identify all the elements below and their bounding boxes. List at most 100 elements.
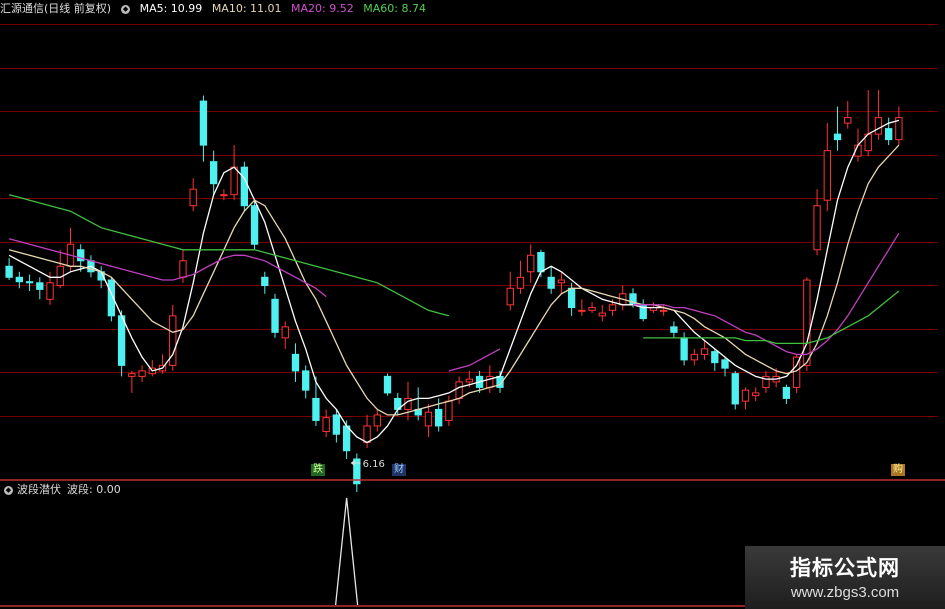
candle bbox=[199, 95, 208, 162]
candle-body bbox=[138, 370, 146, 377]
candle bbox=[312, 376, 320, 426]
candle bbox=[690, 348, 699, 366]
candle bbox=[373, 409, 381, 432]
candle bbox=[619, 285, 627, 311]
indicator-name[interactable]: 波段潜伏 bbox=[17, 483, 61, 496]
candle-body bbox=[209, 161, 218, 185]
candle-body bbox=[15, 276, 24, 283]
candle bbox=[158, 354, 167, 374]
candle bbox=[302, 365, 310, 399]
candle-body bbox=[199, 100, 208, 146]
candle bbox=[209, 150, 218, 195]
watermark-title: 指标公式网 bbox=[790, 556, 900, 580]
marker-gou[interactable]: 购 bbox=[891, 464, 905, 476]
candle bbox=[230, 145, 238, 201]
candle bbox=[138, 365, 146, 382]
candle bbox=[261, 271, 269, 294]
candle bbox=[56, 249, 64, 289]
candle-body bbox=[230, 166, 238, 196]
indicator-spike bbox=[334, 497, 359, 606]
candle-body bbox=[752, 392, 760, 397]
candle bbox=[741, 387, 750, 410]
candle bbox=[516, 260, 525, 294]
marker-die[interactable]: 跌 bbox=[311, 464, 325, 476]
candle-body bbox=[261, 276, 269, 287]
candle bbox=[711, 348, 719, 371]
ma-lines bbox=[8, 119, 900, 444]
candle bbox=[803, 277, 811, 371]
candle bbox=[547, 266, 555, 294]
candle bbox=[240, 161, 249, 212]
candle-body bbox=[844, 117, 852, 124]
candle bbox=[527, 244, 535, 283]
candle-body bbox=[36, 282, 44, 290]
candle-body bbox=[731, 373, 739, 405]
candle bbox=[506, 271, 514, 311]
candle bbox=[874, 90, 883, 140]
candle bbox=[271, 293, 279, 338]
candle bbox=[128, 370, 136, 393]
candle bbox=[5, 258, 13, 281]
candle-body bbox=[312, 397, 320, 421]
low-arrow-head bbox=[350, 459, 355, 466]
candle bbox=[291, 343, 300, 382]
candle-body bbox=[659, 309, 668, 312]
candle-body bbox=[445, 400, 453, 421]
candle bbox=[895, 106, 903, 146]
marker-cai[interactable]: 财 bbox=[392, 464, 406, 476]
candle-body bbox=[302, 370, 310, 391]
indicator-value: 波段: 0.00 bbox=[67, 483, 121, 496]
candle bbox=[250, 200, 259, 250]
candle-body bbox=[424, 411, 433, 427]
candle-body bbox=[271, 298, 279, 333]
candle-body bbox=[547, 276, 555, 289]
candle-body bbox=[25, 281, 34, 284]
candle bbox=[844, 101, 852, 129]
candle bbox=[833, 106, 842, 151]
watermark: 指标公式网 www.zbgs3.com bbox=[745, 546, 945, 609]
candle bbox=[281, 321, 289, 349]
candle-body bbox=[741, 389, 750, 402]
candle-body bbox=[189, 188, 197, 207]
candle bbox=[884, 117, 893, 146]
candle bbox=[557, 271, 566, 294]
candle-body bbox=[506, 287, 514, 306]
indicator-header: ◆ 波段潜伏 波段: 0.00 bbox=[0, 482, 945, 498]
candle bbox=[670, 321, 678, 338]
kline-chart[interactable]: 6.16 bbox=[0, 0, 945, 609]
candle bbox=[639, 299, 647, 322]
candle-body bbox=[823, 150, 831, 201]
ma-line-ma60 bbox=[8, 194, 900, 345]
candle bbox=[752, 387, 760, 402]
candle bbox=[169, 304, 177, 371]
candle bbox=[189, 178, 197, 212]
ma-line-ma20 bbox=[8, 232, 900, 372]
candle bbox=[762, 370, 770, 393]
candle bbox=[813, 189, 821, 256]
candle bbox=[332, 409, 341, 443]
candle-body bbox=[680, 337, 688, 361]
candle-body bbox=[557, 279, 566, 284]
candle bbox=[823, 123, 831, 212]
candle-body bbox=[516, 276, 525, 289]
indicator-line bbox=[334, 497, 359, 606]
candle bbox=[864, 90, 872, 157]
candle-body bbox=[588, 307, 596, 311]
ma-line-ma5 bbox=[8, 119, 900, 444]
candle-body bbox=[332, 414, 341, 435]
candle-body bbox=[240, 166, 249, 207]
candle bbox=[424, 403, 433, 437]
candle-body bbox=[578, 309, 586, 312]
candle bbox=[383, 373, 392, 396]
candle bbox=[588, 302, 596, 314]
candle bbox=[578, 299, 586, 316]
candle bbox=[598, 304, 606, 322]
candle-body bbox=[527, 254, 535, 273]
candle bbox=[25, 274, 34, 292]
indicator-settings-icon[interactable]: ◆ bbox=[4, 485, 13, 495]
candle-body bbox=[884, 128, 893, 141]
candle-body bbox=[434, 408, 443, 427]
candle-body bbox=[721, 359, 729, 369]
candle-body bbox=[363, 425, 371, 443]
candle-body bbox=[711, 351, 719, 364]
